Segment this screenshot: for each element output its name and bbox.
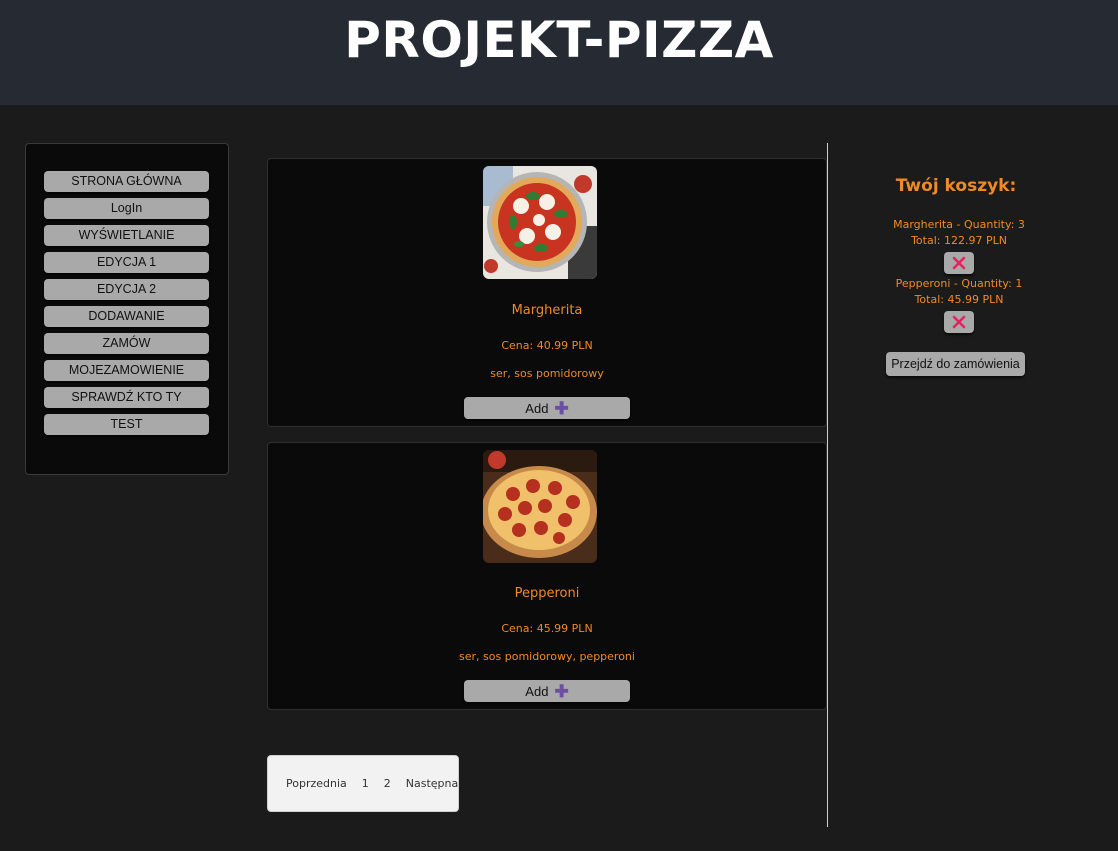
column-divider [827,143,828,827]
checkout-button[interactable]: Przejdź do zamówienia [886,352,1025,376]
page-title: PROJEKT-PIZZA [344,10,774,69]
add-label: Add [525,400,549,416]
remove-from-cart-button[interactable] [944,252,974,274]
nav-who-are-you-button[interactable]: SPRAWDŹ KTO TY [44,387,209,408]
nav-test-button[interactable]: TEST [44,414,209,435]
margherita-image [483,166,597,279]
nav-order-button[interactable]: ZAMÓW [44,333,209,354]
plus-icon: ✚ [554,681,569,701]
pagination-page-2[interactable]: 2 [384,777,391,790]
close-icon [952,315,966,329]
remove-from-cart-button[interactable] [944,311,974,333]
pagination-next-link[interactable]: Następna [406,777,458,790]
cart-item-total: Total: 45.99 PLN [914,293,1004,306]
nav-edit1-button[interactable]: EDYCJA 1 [44,252,209,273]
cart-title: Twój koszyk: [895,176,1017,196]
nav-my-order-button[interactable]: MOJEZAMOWIENIE [44,360,209,381]
page-header: PROJEKT-PIZZA [0,0,1118,105]
nav-home-button[interactable]: STRONA GŁÓWNA [44,171,209,192]
product-ingredients: ser, sos pomidorowy [490,367,604,380]
product-name: Margherita [511,303,583,318]
pagination: Poprzednia 1 2 Następna [267,755,459,812]
product-card-margherita: Margherita Cena: 40.99 PLN ser, sos pomi… [267,158,827,427]
pepperoni-image [483,450,597,563]
product-card-pepperoni: Pepperoni Cena: 45.99 PLN ser, sos pomid… [267,442,827,710]
cart-item-line: Margherita - Quantity: 3 [893,218,1025,231]
nav-display-button[interactable]: WYŚWIETLANIE [44,225,209,246]
close-icon [952,256,966,270]
pagination-prev-link[interactable]: Poprzednia [286,777,347,790]
cart-item-line: Pepperoni - Quantity: 1 [895,277,1023,290]
pagination-page-1[interactable]: 1 [362,777,369,790]
nav-add-button[interactable]: DODAWANIE [44,306,209,327]
plus-icon: ✚ [554,398,569,418]
product-price: Cena: 45.99 PLN [501,622,593,635]
cart-item-total: Total: 122.97 PLN [911,234,1007,247]
product-price: Cena: 40.99 PLN [501,339,593,352]
add-to-cart-button[interactable]: Add ✚ [464,680,630,702]
add-label: Add [525,683,549,699]
product-ingredients: ser, sos pomidorowy, pepperoni [459,650,635,663]
product-name: Pepperoni [514,586,580,601]
nav-login-button[interactable]: LogIn [44,198,209,219]
add-to-cart-button[interactable]: Add ✚ [464,397,630,419]
nav-edit2-button[interactable]: EDYCJA 2 [44,279,209,300]
sidebar: STRONA GŁÓWNA LogIn WYŚWIETLANIE EDYCJA … [25,143,229,475]
